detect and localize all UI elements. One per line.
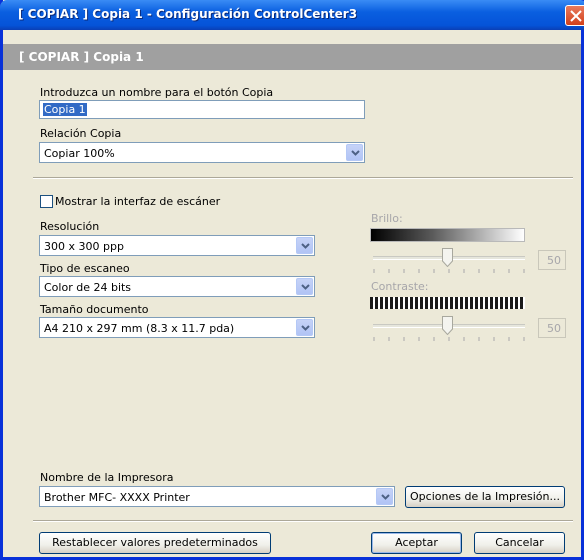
brightness-value-field[interactable]: 50 (538, 250, 566, 270)
copy-ratio-label: Relación Copia (40, 127, 122, 140)
settings-panel: Introduzca un nombre para el botón Copia… (3, 70, 581, 557)
cancel-button[interactable]: Cancelar (474, 532, 565, 554)
separator-top (33, 177, 573, 179)
printer-dropdown-button[interactable] (376, 488, 393, 505)
printer-value: Brother MFC- XXXX Printer (44, 491, 190, 504)
button-name-input[interactable]: Copia 1 (39, 100, 365, 119)
contrast-label: Contraste: (371, 280, 429, 293)
reset-defaults-button[interactable]: Restablecer valores predeterminados (39, 532, 271, 554)
close-icon (570, 10, 582, 22)
contrast-ticks (373, 337, 525, 341)
chevron-down-icon (301, 243, 310, 249)
button-name-value: Copia 1 (43, 103, 87, 116)
dialog-window: [ COPIAR ] Copia 1 - Configuración Contr… (0, 0, 584, 560)
chevron-down-icon (301, 325, 310, 331)
doc-size-dropdown-button[interactable] (296, 319, 313, 336)
copy-ratio-dropdown-button[interactable] (346, 144, 363, 161)
show-scanner-ui-checkbox[interactable] (40, 195, 53, 208)
separator-bottom (33, 520, 573, 522)
print-options-button[interactable]: Opciones de la Impresión... (405, 486, 565, 508)
doc-size-label: Tamaño documento (40, 303, 149, 316)
section-header: [ COPIAR ] Copia 1 (3, 44, 581, 70)
resolution-dropdown-button[interactable] (296, 237, 313, 254)
copy-ratio-select[interactable]: Copiar 100% (39, 142, 365, 163)
show-scanner-ui-label[interactable]: Mostrar la interfaz de escáner (55, 195, 220, 208)
resolution-value: 300 x 300 ppp (44, 240, 124, 253)
title-bar[interactable]: [ COPIAR ] Copia 1 - Configuración Contr… (0, 0, 584, 30)
brightness-ticks (373, 269, 525, 273)
brightness-slider-thumb[interactable] (442, 248, 453, 267)
scan-type-value: Color de 24 bits (44, 281, 132, 294)
ok-button[interactable]: Aceptar (371, 532, 462, 554)
resolution-label: Resolución (40, 220, 100, 233)
doc-size-select[interactable]: A4 210 x 297 mm (8.3 x 11.7 pda) (39, 317, 315, 338)
window-title: [ COPIAR ] Copia 1 - Configuración Contr… (18, 7, 358, 21)
printer-name-label: Nombre de la Impresora (40, 471, 174, 484)
scan-type-select[interactable]: Color de 24 bits (39, 276, 315, 297)
chevron-down-icon (351, 150, 360, 156)
section-header-label: [ COPIAR ] Copia 1 (19, 50, 144, 64)
contrast-slider-thumb[interactable] (442, 316, 453, 335)
copy-ratio-value: Copiar 100% (44, 147, 115, 160)
button-name-label: Introduzca un nombre para el botón Copia (40, 86, 274, 99)
chevron-down-icon (381, 494, 390, 500)
scan-type-label: Tipo de escaneo (40, 262, 130, 275)
brightness-preview-bar (370, 228, 525, 242)
scan-type-dropdown-button[interactable] (296, 278, 313, 295)
brightness-label: Brillo: (371, 212, 403, 225)
resolution-select[interactable]: 300 x 300 ppp (39, 235, 315, 256)
printer-select[interactable]: Brother MFC- XXXX Printer (39, 486, 395, 507)
doc-size-value: A4 210 x 297 mm (8.3 x 11.7 pda) (44, 322, 235, 335)
contrast-preview-bar (370, 297, 525, 309)
contrast-value-field[interactable]: 50 (538, 318, 566, 338)
chevron-down-icon (301, 284, 310, 290)
close-button[interactable] (565, 5, 584, 26)
